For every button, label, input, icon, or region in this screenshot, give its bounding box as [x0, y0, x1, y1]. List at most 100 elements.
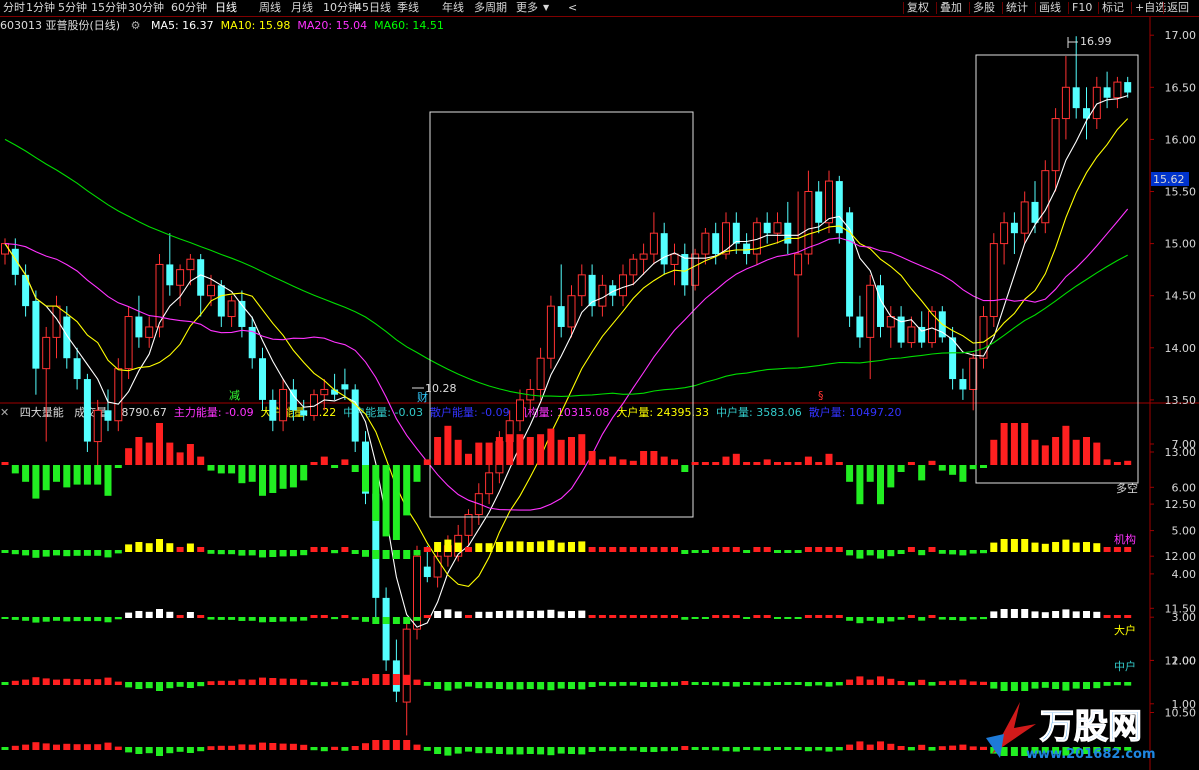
- retail-bar: [475, 747, 483, 754]
- bigholder-bar: [331, 617, 339, 620]
- longshort-bar: [11, 465, 19, 474]
- retail-bar: [166, 747, 174, 754]
- candle: [1051, 108, 1060, 192]
- midholder-bar: [547, 682, 555, 691]
- retail-bar: [732, 747, 740, 752]
- longshort-bar: [640, 451, 648, 465]
- candle: [949, 326, 957, 390]
- bigholder-bar: [186, 612, 194, 618]
- candle: [135, 295, 143, 348]
- bigholder-bar: [1103, 615, 1111, 618]
- institution-bar: [289, 550, 297, 557]
- bigholder-bar: [310, 615, 318, 618]
- institution-bar: [568, 542, 575, 552]
- price-tick-label: 14.50: [1165, 290, 1197, 303]
- retail-bar: [94, 744, 102, 750]
- candle-body: [176, 269, 185, 286]
- candle-body: [557, 306, 565, 327]
- candle: [794, 191, 803, 338]
- bigholder-bar: [73, 617, 81, 622]
- midholder-bar: [743, 682, 751, 685]
- candle-body: [351, 389, 359, 442]
- bigholder-bar: [774, 617, 781, 619]
- low-price-label: 10.28: [425, 382, 457, 395]
- retail-bar: [897, 746, 905, 750]
- bigholder-bar: [671, 615, 678, 618]
- longshort-bar: [475, 442, 483, 465]
- candles: [1, 36, 1132, 736]
- retail-bar: [495, 747, 503, 754]
- signal-jian: 减: [229, 389, 240, 402]
- stock-chart[interactable]: 17.00 16.50 16.00 15.50 15.00 14.50 14.00 13.50…: [0, 0, 1199, 770]
- longshort-bar: [588, 451, 596, 465]
- longshort-bar: [495, 437, 503, 465]
- midholder-bar: [1083, 682, 1090, 689]
- candle-body: [485, 472, 494, 495]
- institution-bar: [362, 550, 369, 557]
- retail-bar: [259, 742, 266, 750]
- signal-s: §: [818, 389, 824, 402]
- institution-bar: [856, 550, 864, 559]
- candle: [32, 290, 40, 395]
- bigholder-bar: [279, 617, 287, 622]
- longshort-bar: [1103, 459, 1111, 465]
- bigholder-bar: [423, 615, 431, 618]
- institution-bar: [763, 547, 771, 552]
- midholder-bar: [568, 682, 575, 689]
- retail-bar: [712, 747, 720, 751]
- midholder-bar: [197, 682, 205, 687]
- candle-body: [907, 326, 916, 344]
- row-label-3: 中户: [1114, 659, 1136, 673]
- candle: [289, 379, 297, 421]
- candle: [546, 295, 555, 369]
- midholder-bar: [63, 678, 71, 685]
- candle-body: [135, 316, 143, 338]
- ind-tick-label: 5.00: [1172, 525, 1197, 538]
- candle-body: [536, 357, 545, 390]
- candle-body: [577, 274, 586, 297]
- midholder-bar: [53, 679, 60, 685]
- longshort-bar: [815, 462, 823, 465]
- midholder-bar: [1062, 682, 1070, 691]
- midholder-bar: [382, 674, 390, 685]
- institution-bar: [732, 547, 740, 552]
- retail-bar: [949, 745, 957, 750]
- midholder-bar: [866, 679, 874, 685]
- retail-bar: [691, 747, 699, 750]
- retail-bar: [928, 747, 936, 751]
- institution-bar: [269, 550, 277, 557]
- institution-bar: [259, 550, 266, 558]
- candle-body: [1031, 201, 1039, 223]
- retail-bar: [588, 747, 596, 752]
- midholder-bar: [372, 674, 380, 685]
- longshort-bar: [279, 465, 287, 489]
- retail-bar: [341, 747, 349, 751]
- bigholder-bar: [156, 609, 163, 618]
- candle: [22, 264, 30, 317]
- longshort-bar: [897, 465, 905, 472]
- midholder-bar: [918, 679, 926, 685]
- midholder-bar: [1000, 682, 1008, 691]
- longshort-bar: [1031, 439, 1039, 465]
- longshort-bar: [598, 459, 606, 465]
- midholder-bar: [897, 681, 905, 685]
- midholder-bar: [609, 682, 617, 687]
- retail-bar: [403, 740, 411, 750]
- midholder-bar: [980, 681, 987, 685]
- institution-bar: [495, 542, 503, 552]
- institution-bar: [186, 543, 194, 552]
- institution-bar: [640, 547, 648, 552]
- longshort-bar: [866, 465, 874, 482]
- bigholder-bar: [619, 615, 627, 618]
- bigholder-bar: [578, 610, 586, 618]
- bigholder-bar: [640, 615, 648, 618]
- candle: [269, 389, 277, 432]
- bigholder-bar: [980, 617, 987, 620]
- longshort-bar: [887, 465, 895, 488]
- candle-body: [83, 379, 91, 442]
- midholder-bar: [310, 682, 318, 686]
- retail-bar: [774, 747, 781, 750]
- institution-bar: [1062, 539, 1070, 552]
- institution-bar: [351, 550, 359, 554]
- price-tick-label: 12.00: [1165, 550, 1197, 563]
